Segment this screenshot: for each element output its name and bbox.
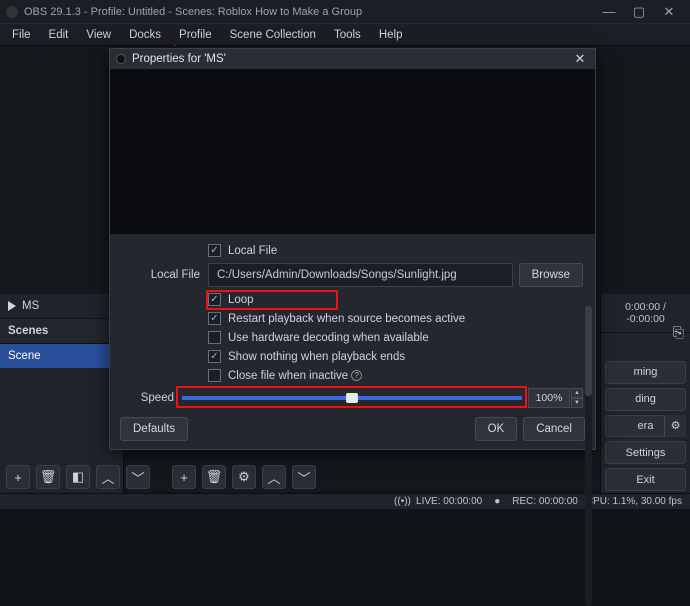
menu-help[interactable]: Help [371,27,411,43]
source-label: MS [22,300,39,312]
menu-edit[interactable]: Edit [41,27,77,43]
hw-decode-label: Use hardware decoding when available [228,332,429,344]
close-inactive-label: Close file when inactive [228,370,348,382]
hw-decode-checkbox[interactable] [208,331,221,344]
local-file-chk-label: Local File [228,245,277,257]
speed-label: Speed [122,392,182,404]
info-icon[interactable]: ? [351,370,362,381]
rec-icon: ● [490,496,504,507]
ok-button[interactable]: OK [475,417,518,441]
speed-slider[interactable] [182,389,522,407]
source-preview [110,70,595,234]
speed-value[interactable]: 100% [528,388,570,408]
scrollbar[interactable] [585,306,592,606]
camera-button[interactable]: era ⚙ [605,415,686,438]
status-rec: REC: 00:00:00 [512,496,578,507]
minimize-button[interactable]: — [594,4,624,19]
source-current[interactable]: MS [0,294,123,318]
scene-item[interactable]: Scene [0,344,123,368]
add-scene-button[interactable]: + [6,465,30,489]
local-file-checkbox[interactable] [208,244,221,257]
cancel-button[interactable]: Cancel [523,417,585,441]
menu-view[interactable]: View [78,27,119,43]
window-title: OBS 29.1.3 - Profile: Untitled - Scenes:… [24,6,362,18]
dialog-close-button[interactable]: ✕ [571,51,589,67]
menu-file[interactable]: File [4,27,39,43]
remove-scene-button[interactable]: 🗑 [36,465,60,489]
local-file-label: Local File [122,269,208,281]
show-nothing-checkbox[interactable] [208,350,221,363]
status-live: LIVE: 00:00:00 [416,496,482,507]
speed-step-up[interactable]: ▲ [571,388,583,398]
restart-checkbox[interactable] [208,312,221,325]
app-icon [6,6,18,18]
annotation-highlight-loop [206,290,338,310]
dialog-title: Properties for 'MS' [132,53,226,65]
restart-label: Restart playback when source becomes act… [228,313,465,325]
loop-checkbox[interactable] [208,293,221,306]
scenes-header: Scenes [0,318,123,344]
source-down-button[interactable]: ﹀ [292,465,316,489]
menu-profile[interactable]: Profile [171,27,220,43]
properties-dialog: Properties for 'MS' ✕ Local File Local F… [109,48,596,450]
local-file-path-input[interactable] [208,263,513,287]
settings-button[interactable]: Settings [605,441,686,464]
play-icon [8,301,16,311]
scene-up-button[interactable]: ︿ [96,465,120,489]
camera-label: era [638,420,654,432]
dialog-icon [116,54,126,64]
scrollbar-thumb[interactable] [585,306,592,396]
gear-icon[interactable]: ⚙ [664,415,686,438]
remove-source-button[interactable]: 🗑 [202,465,226,489]
streaming-button[interactable]: ming [605,361,686,384]
browse-button[interactable]: Browse [519,263,583,287]
menu-docks[interactable]: Docks [121,27,169,43]
close-inactive-checkbox[interactable] [208,369,221,382]
show-nothing-label: Show nothing when playback ends [228,351,405,363]
layout-toggle-icon[interactable]: ⎘ [673,324,684,341]
scene-filters-button[interactable]: ◧ [66,465,90,489]
loop-label: Loop [228,294,254,306]
signal-icon: ((•)) [394,496,408,507]
status-cpu: CPU: 1.1%, 30.00 fps [586,496,682,507]
menu-tools[interactable]: Tools [326,27,369,43]
close-window-button[interactable]: ✕ [654,4,684,20]
slider-thumb[interactable] [346,393,358,403]
recording-button[interactable]: ding [605,388,686,411]
menu-scene-collection[interactable]: Scene Collection [222,27,324,43]
maximize-button[interactable]: ▢ [624,4,654,20]
scene-down-button[interactable]: ﹀ [126,465,150,489]
exit-button[interactable]: Exit [605,468,686,491]
source-up-button[interactable]: ︿ [262,465,286,489]
defaults-button[interactable]: Defaults [120,417,188,441]
source-properties-button[interactable]: ⚙ [232,465,256,489]
add-source-button[interactable]: + [172,465,196,489]
speed-step-down[interactable]: ▼ [571,398,583,408]
